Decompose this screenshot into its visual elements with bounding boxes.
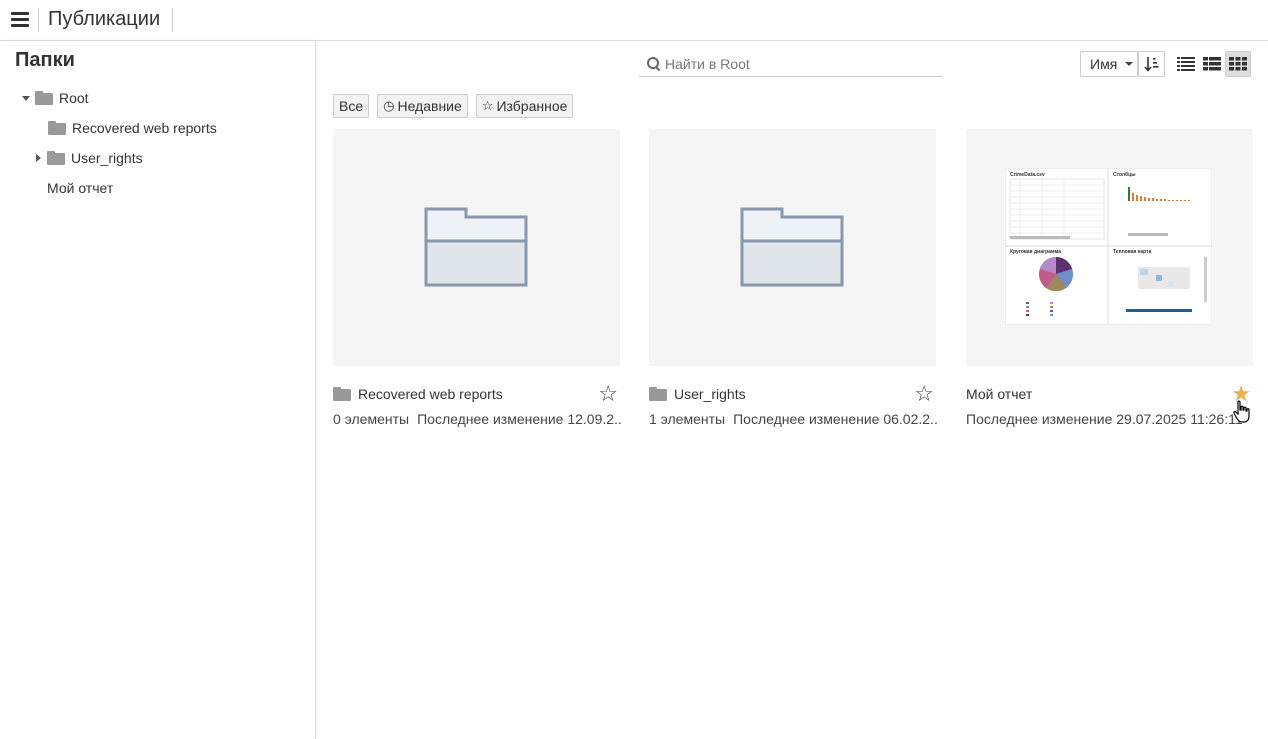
folder-icon [649,387,667,401]
last-modified: Последнее изменение 06.02.2... [733,411,939,427]
filter-favorites-label: Избранное [496,98,568,114]
tree-item-user-rights[interactable]: User_rights [36,147,143,169]
folder-icon [333,387,351,401]
folder-large-icon [424,207,528,287]
divider [172,8,173,32]
filter-recent-label: Недавние [397,98,462,114]
preview-panel-title: Тепловая карта [1113,249,1152,255]
card-thumbnail[interactable] [649,129,936,366]
report-card[interactable]: CrimeData.csv Столбцы Круговая диаграмма… [966,129,1253,427]
filter-recent-button[interactable]: ◷ Недавние [377,94,468,118]
item-count: 0 элементы [333,411,410,427]
folder-large-icon [740,207,844,287]
main-content: Имя Все [317,41,1268,739]
preview-panel-title: Круговая диаграмма [1010,249,1062,255]
card-title[interactable]: Мой отчет [966,386,1032,402]
card-meta: Последнее изменение 29.07.2025 11:26:11 [966,411,1256,427]
filter-all-button[interactable]: Все [333,94,370,118]
card-title[interactable]: User_rights [674,386,746,402]
filter-favorites-button[interactable]: ☆ Избранное [475,94,574,118]
chevron-down-icon [1125,62,1134,66]
card-title-row: Recovered web reports ☆ [333,382,620,406]
detail-view-icon [1203,57,1221,71]
sidebar: Папки Root Recovered web reports User_ri… [0,41,316,739]
menu-icon[interactable] [11,12,29,28]
view-detail-button[interactable] [1199,51,1225,77]
tree-item-label: Мой отчет [47,180,114,196]
sidebar-title: Папки [15,49,75,71]
tree-item-recovered-web-reports[interactable]: Recovered web reports [48,117,217,139]
card-thumbnail[interactable]: CrimeData.csv Столбцы Круговая диаграмма… [966,129,1253,366]
grid-view-icon [1229,57,1247,71]
star-outline-icon[interactable]: ☆ [914,382,934,406]
tree-item-my-report[interactable]: Мой отчет [47,177,113,199]
card-meta: 0 элементы Последнее изменение 12.09.2... [333,411,623,427]
folder-icon [35,91,53,105]
folder-icon [48,121,66,135]
caret-down-icon[interactable] [22,95,30,101]
report-preview-image: CrimeData.csv Столбцы Круговая диаграмма… [1006,169,1211,324]
folder-card[interactable]: Recovered web reports ☆ 0 элементы Послед… [333,129,623,427]
tree-item-label: Root [59,90,89,106]
filter-all-label: Все [339,98,364,114]
sort-select-label: Имя [1090,56,1118,72]
search-icon [647,56,661,71]
tree-item-label: User_rights [71,150,143,166]
star-outline-icon[interactable]: ☆ [598,382,618,406]
hand-cursor-icon [1233,400,1250,423]
card-title-row: User_rights ☆ [649,382,936,406]
tree-item-root[interactable]: Root [22,87,89,109]
top-bar: Публикации [0,0,1268,41]
view-grid-button[interactable] [1225,51,1251,77]
page-title: Публикации [48,8,161,30]
view-list-button[interactable] [1173,51,1199,77]
sort-select[interactable]: Имя [1080,51,1138,77]
card-title-row: Мой отчет ★ [966,382,1253,406]
search-box [639,51,942,77]
clock-icon: ◷ [383,98,395,113]
filter-bar: Все ◷ Недавние ☆ Избранное [333,94,574,118]
caret-right-icon[interactable] [36,154,41,162]
item-count: 1 элементы [649,411,726,427]
sort-ascending-icon [1144,57,1159,72]
star-outline-icon: ☆ [481,98,494,113]
card-title[interactable]: Recovered web reports [358,386,503,402]
tree-item-label: Recovered web reports [72,120,217,136]
preview-panel-title: CrimeData.csv [1010,172,1045,178]
last-modified: Последнее изменение 12.09.2... [417,411,623,427]
card-meta: 1 элементы Последнее изменение 06.02.2... [649,411,939,427]
preview-panel-title: Столбцы [1113,172,1136,178]
list-view-icon [1177,57,1195,71]
card-thumbnail[interactable] [333,129,620,366]
sort-direction-button[interactable] [1138,51,1165,77]
folder-icon [47,151,65,165]
folder-card[interactable]: User_rights ☆ 1 элементы Последнее измене… [649,129,939,427]
divider [38,8,39,32]
search-input[interactable] [665,55,935,72]
report-preview-graphic [1006,169,1211,324]
last-modified: Последнее изменение 29.07.2025 11:26:11 [966,411,1243,427]
